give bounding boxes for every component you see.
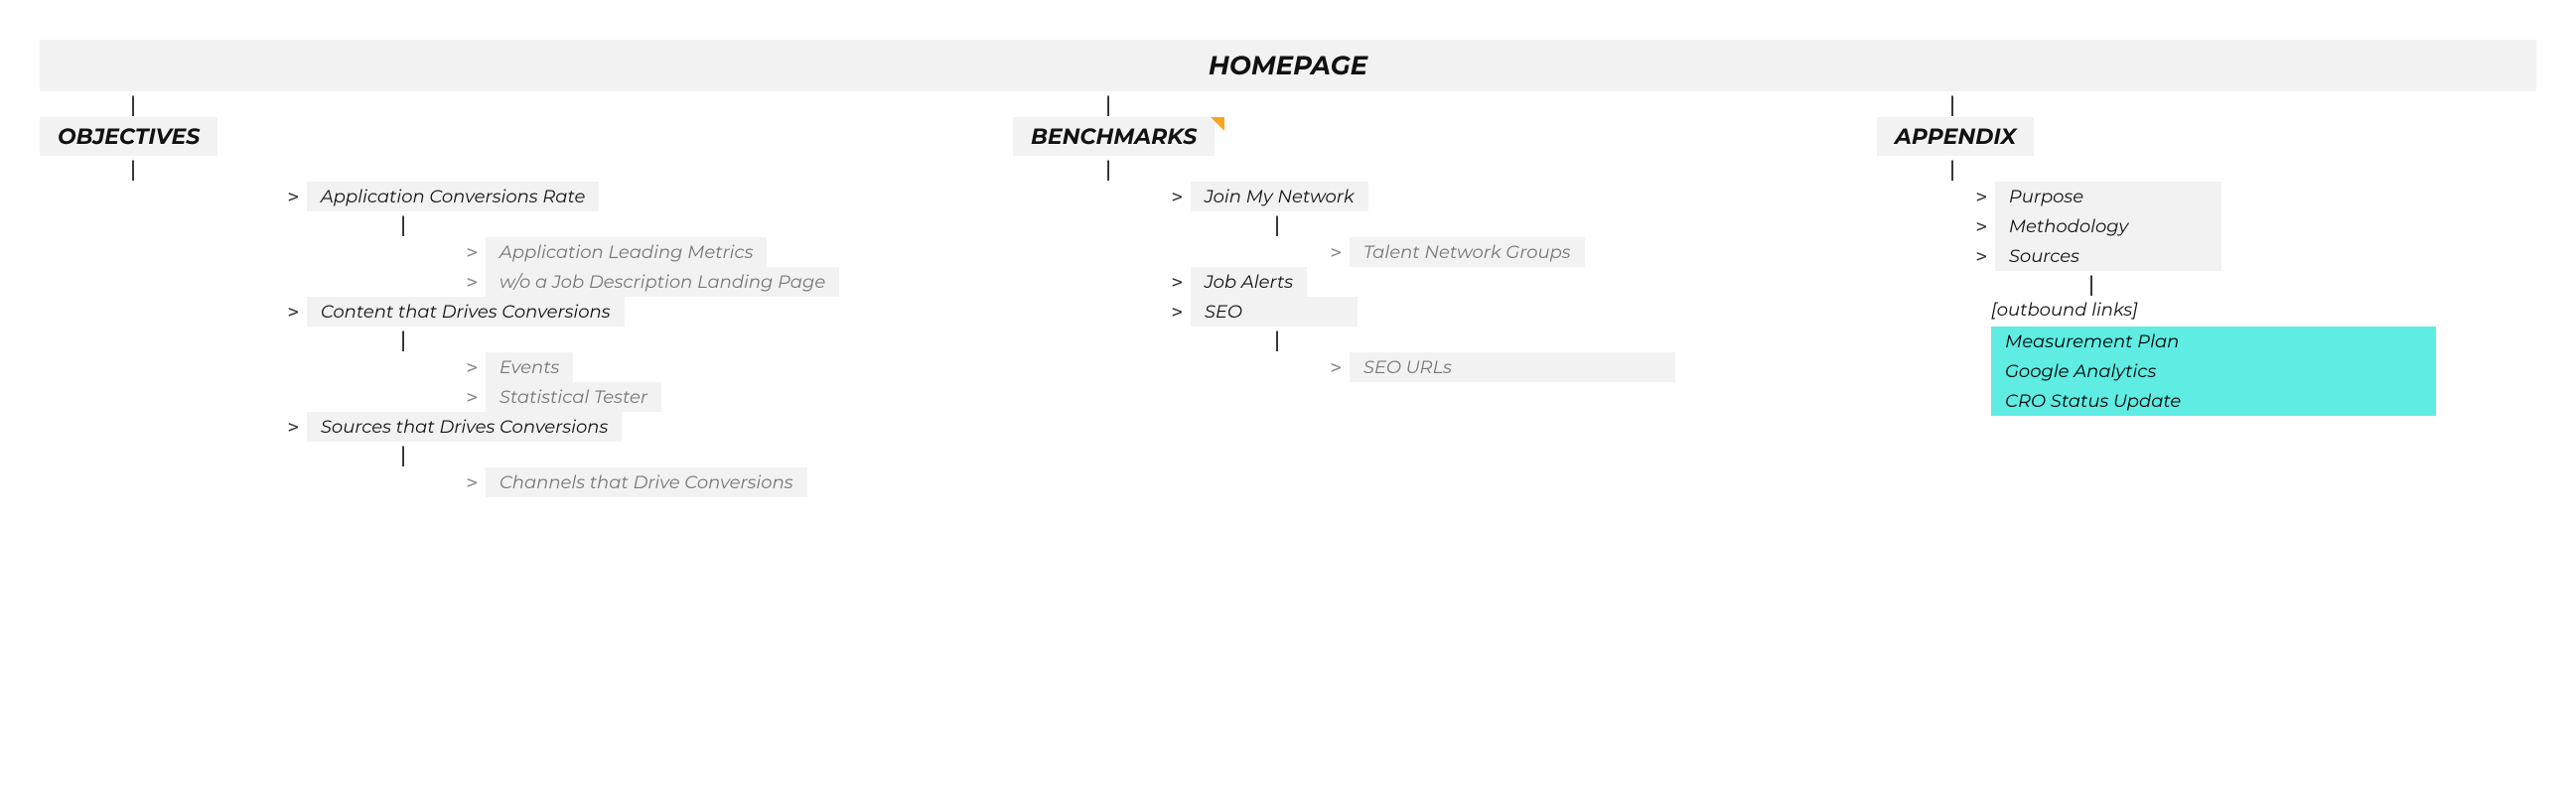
node-label: Sources that Drives Conversions bbox=[307, 412, 622, 442]
connector: | bbox=[127, 156, 139, 182]
connector: | bbox=[1271, 211, 1283, 237]
node-seo[interactable]: > SEO bbox=[1172, 297, 1358, 327]
objectives-header[interactable]: OBJECTIVES bbox=[40, 117, 217, 156]
node-channels-that-drive-conversions[interactable]: > Channels that Drive Conversions bbox=[467, 467, 807, 497]
connector: | bbox=[1102, 156, 1114, 182]
node-label: Events bbox=[486, 352, 573, 382]
chevron-icon: > bbox=[1976, 187, 1995, 207]
connector: | bbox=[1102, 91, 1114, 117]
node-wo-job-description-landing-page[interactable]: > w/o a Job Description Landing Page bbox=[467, 267, 839, 297]
outbound-link-cro-status-update[interactable]: CRO Status Update bbox=[1991, 386, 2436, 416]
connector: | bbox=[127, 91, 139, 117]
node-sources[interactable]: > Sources bbox=[1976, 241, 2221, 271]
node-label: Purpose bbox=[1995, 182, 2221, 211]
chevron-icon: > bbox=[1976, 246, 1995, 267]
node-seo-urls[interactable]: > SEO URLs bbox=[1331, 352, 1675, 382]
node-label: Join My Network bbox=[1191, 182, 1368, 211]
node-sources-that-drives-conversions[interactable]: > Sources that Drives Conversions bbox=[288, 412, 622, 442]
outbound-links-label: [outbound links] bbox=[1991, 297, 2138, 327]
connector: | bbox=[1271, 327, 1283, 352]
node-label: SEO URLs bbox=[1350, 352, 1675, 382]
chevron-icon: > bbox=[288, 417, 307, 438]
node-application-conversions-rate[interactable]: > Application Conversions Rate bbox=[288, 182, 599, 211]
connector: | bbox=[2085, 271, 2097, 297]
node-purpose[interactable]: > Purpose bbox=[1976, 182, 2221, 211]
node-content-that-drives-conversions[interactable]: > Content that Drives Conversions bbox=[288, 297, 625, 327]
node-label: w/o a Job Description Landing Page bbox=[486, 267, 839, 297]
node-label: SEO bbox=[1191, 297, 1358, 327]
chevron-icon: > bbox=[467, 387, 486, 408]
node-label: Methodology bbox=[1995, 211, 2221, 241]
chevron-icon: > bbox=[288, 302, 307, 323]
connector: | bbox=[397, 442, 409, 467]
chevron-icon: > bbox=[1172, 187, 1191, 207]
col-objectives: | OBJECTIVES | > Application Conversions… bbox=[40, 91, 1013, 497]
benchmarks-header-wrap: BENCHMARKS bbox=[1013, 117, 1215, 156]
chevron-icon: > bbox=[467, 357, 486, 378]
node-job-alerts[interactable]: > Job Alerts bbox=[1172, 267, 1307, 297]
connector: | bbox=[1946, 156, 1958, 182]
connector: | bbox=[397, 327, 409, 352]
outbound-link-google-analytics[interactable]: Google Analytics bbox=[1991, 356, 2436, 386]
node-label: Application Leading Metrics bbox=[486, 237, 768, 267]
chevron-icon: > bbox=[288, 187, 307, 207]
node-label: Channels that Drive Conversions bbox=[486, 467, 807, 497]
chevron-icon: > bbox=[1331, 242, 1350, 263]
connector: | bbox=[397, 211, 409, 237]
chevron-icon: > bbox=[1976, 216, 1995, 237]
root-node: HOMEPAGE bbox=[40, 40, 2536, 91]
node-label: Talent Network Groups bbox=[1350, 237, 1585, 267]
node-label: Sources bbox=[1995, 241, 2221, 271]
node-methodology[interactable]: > Methodology bbox=[1976, 211, 2221, 241]
connector: | bbox=[1946, 91, 1958, 117]
col-appendix: | APPENDIX | > Purpose > Methodology > S… bbox=[1877, 91, 2532, 416]
chevron-icon: > bbox=[1172, 302, 1191, 323]
chevron-icon: > bbox=[467, 472, 486, 493]
sitemap-diagram: HOMEPAGE | OBJECTIVES | > Application Co… bbox=[0, 0, 2576, 792]
node-label: Job Alerts bbox=[1191, 267, 1307, 297]
chevron-icon: > bbox=[1331, 357, 1350, 378]
node-statistical-tester[interactable]: > Statistical Tester bbox=[467, 382, 661, 412]
node-label: Application Conversions Rate bbox=[307, 182, 600, 211]
node-talent-network-groups[interactable]: > Talent Network Groups bbox=[1331, 237, 1585, 267]
node-label: Content that Drives Conversions bbox=[307, 297, 625, 327]
node-events[interactable]: > Events bbox=[467, 352, 573, 382]
chevron-icon: > bbox=[467, 242, 486, 263]
root-title[interactable]: HOMEPAGE bbox=[40, 40, 2536, 91]
benchmarks-header[interactable]: BENCHMARKS bbox=[1013, 117, 1215, 156]
outbound-link-measurement-plan[interactable]: Measurement Plan bbox=[1991, 327, 2436, 356]
appendix-header[interactable]: APPENDIX bbox=[1877, 117, 2034, 156]
columns: | OBJECTIVES | > Application Conversions… bbox=[40, 91, 2536, 497]
col-benchmarks: | BENCHMARKS | > Join My Network | > Tal… bbox=[1013, 91, 1877, 382]
chevron-icon: > bbox=[467, 272, 486, 293]
node-join-my-network[interactable]: > Join My Network bbox=[1172, 182, 1368, 211]
node-application-leading-metrics[interactable]: > Application Leading Metrics bbox=[467, 237, 767, 267]
chevron-icon: > bbox=[1172, 272, 1191, 293]
node-label: Statistical Tester bbox=[486, 382, 661, 412]
